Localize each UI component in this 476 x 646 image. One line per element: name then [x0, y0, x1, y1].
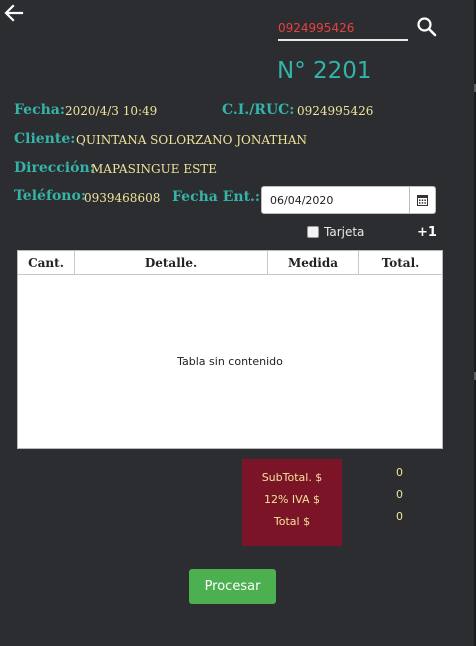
- column-header-medida[interactable]: Medida: [268, 251, 359, 274]
- ruc-label: C.I./RUC:: [222, 102, 295, 118]
- arrow-left-icon: [4, 4, 24, 22]
- tarjeta-checkbox[interactable]: [307, 226, 319, 238]
- order-number: N° 2201: [277, 58, 372, 84]
- total-label: Total $: [273, 515, 311, 528]
- iva-value: 0: [396, 488, 403, 501]
- fecha-ent-label: Fecha Ent.:: [172, 189, 261, 205]
- search-input[interactable]: [278, 17, 408, 41]
- direccion-value: MAPASINGUE ESTE: [91, 162, 218, 176]
- magnifier-icon: [417, 17, 437, 37]
- add-item-button[interactable]: +1: [417, 225, 437, 240]
- table-header: Cant. Detalle. Medida Total.: [18, 251, 442, 275]
- empty-table-message: Tabla sin contenido: [177, 355, 283, 368]
- column-header-detalle[interactable]: Detalle.: [75, 251, 268, 274]
- total-value: 0: [396, 510, 403, 523]
- direccion-label: Dirección:: [14, 160, 95, 176]
- calendar-icon: [417, 194, 428, 206]
- column-header-cant[interactable]: Cant.: [18, 251, 75, 274]
- cliente-value: QUINTANA SOLORZANO JONATHAN: [76, 133, 308, 147]
- subtotal-label: SubTotal. $: [261, 471, 323, 484]
- fecha-value: 2020/4/3 10:49: [65, 104, 158, 118]
- ruc-value: 0924995426: [297, 104, 374, 118]
- process-button[interactable]: Procesar: [189, 569, 276, 604]
- column-header-total[interactable]: Total.: [359, 251, 442, 274]
- telefono-label: Teléfono:: [14, 188, 86, 204]
- cliente-label: Cliente:: [14, 131, 76, 147]
- subtotal-value: 0: [396, 466, 403, 479]
- fecha-label: Fecha:: [14, 102, 66, 118]
- totals-panel: SubTotal. $ 12% IVA $ Total $: [242, 459, 342, 546]
- items-table[interactable]: Cant. Detalle. Medida Total. Tabla sin c…: [17, 250, 443, 449]
- fecha-ent-datepicker[interactable]: 06/04/2020: [261, 186, 436, 214]
- tarjeta-label[interactable]: Tarjeta: [324, 225, 364, 239]
- fecha-ent-value[interactable]: 06/04/2020: [270, 194, 333, 207]
- iva-label: 12% IVA $: [263, 493, 321, 506]
- telefono-value: 0939468608: [84, 191, 161, 205]
- back-button[interactable]: [4, 4, 24, 22]
- search-button[interactable]: [416, 16, 438, 38]
- calendar-button[interactable]: [409, 187, 435, 213]
